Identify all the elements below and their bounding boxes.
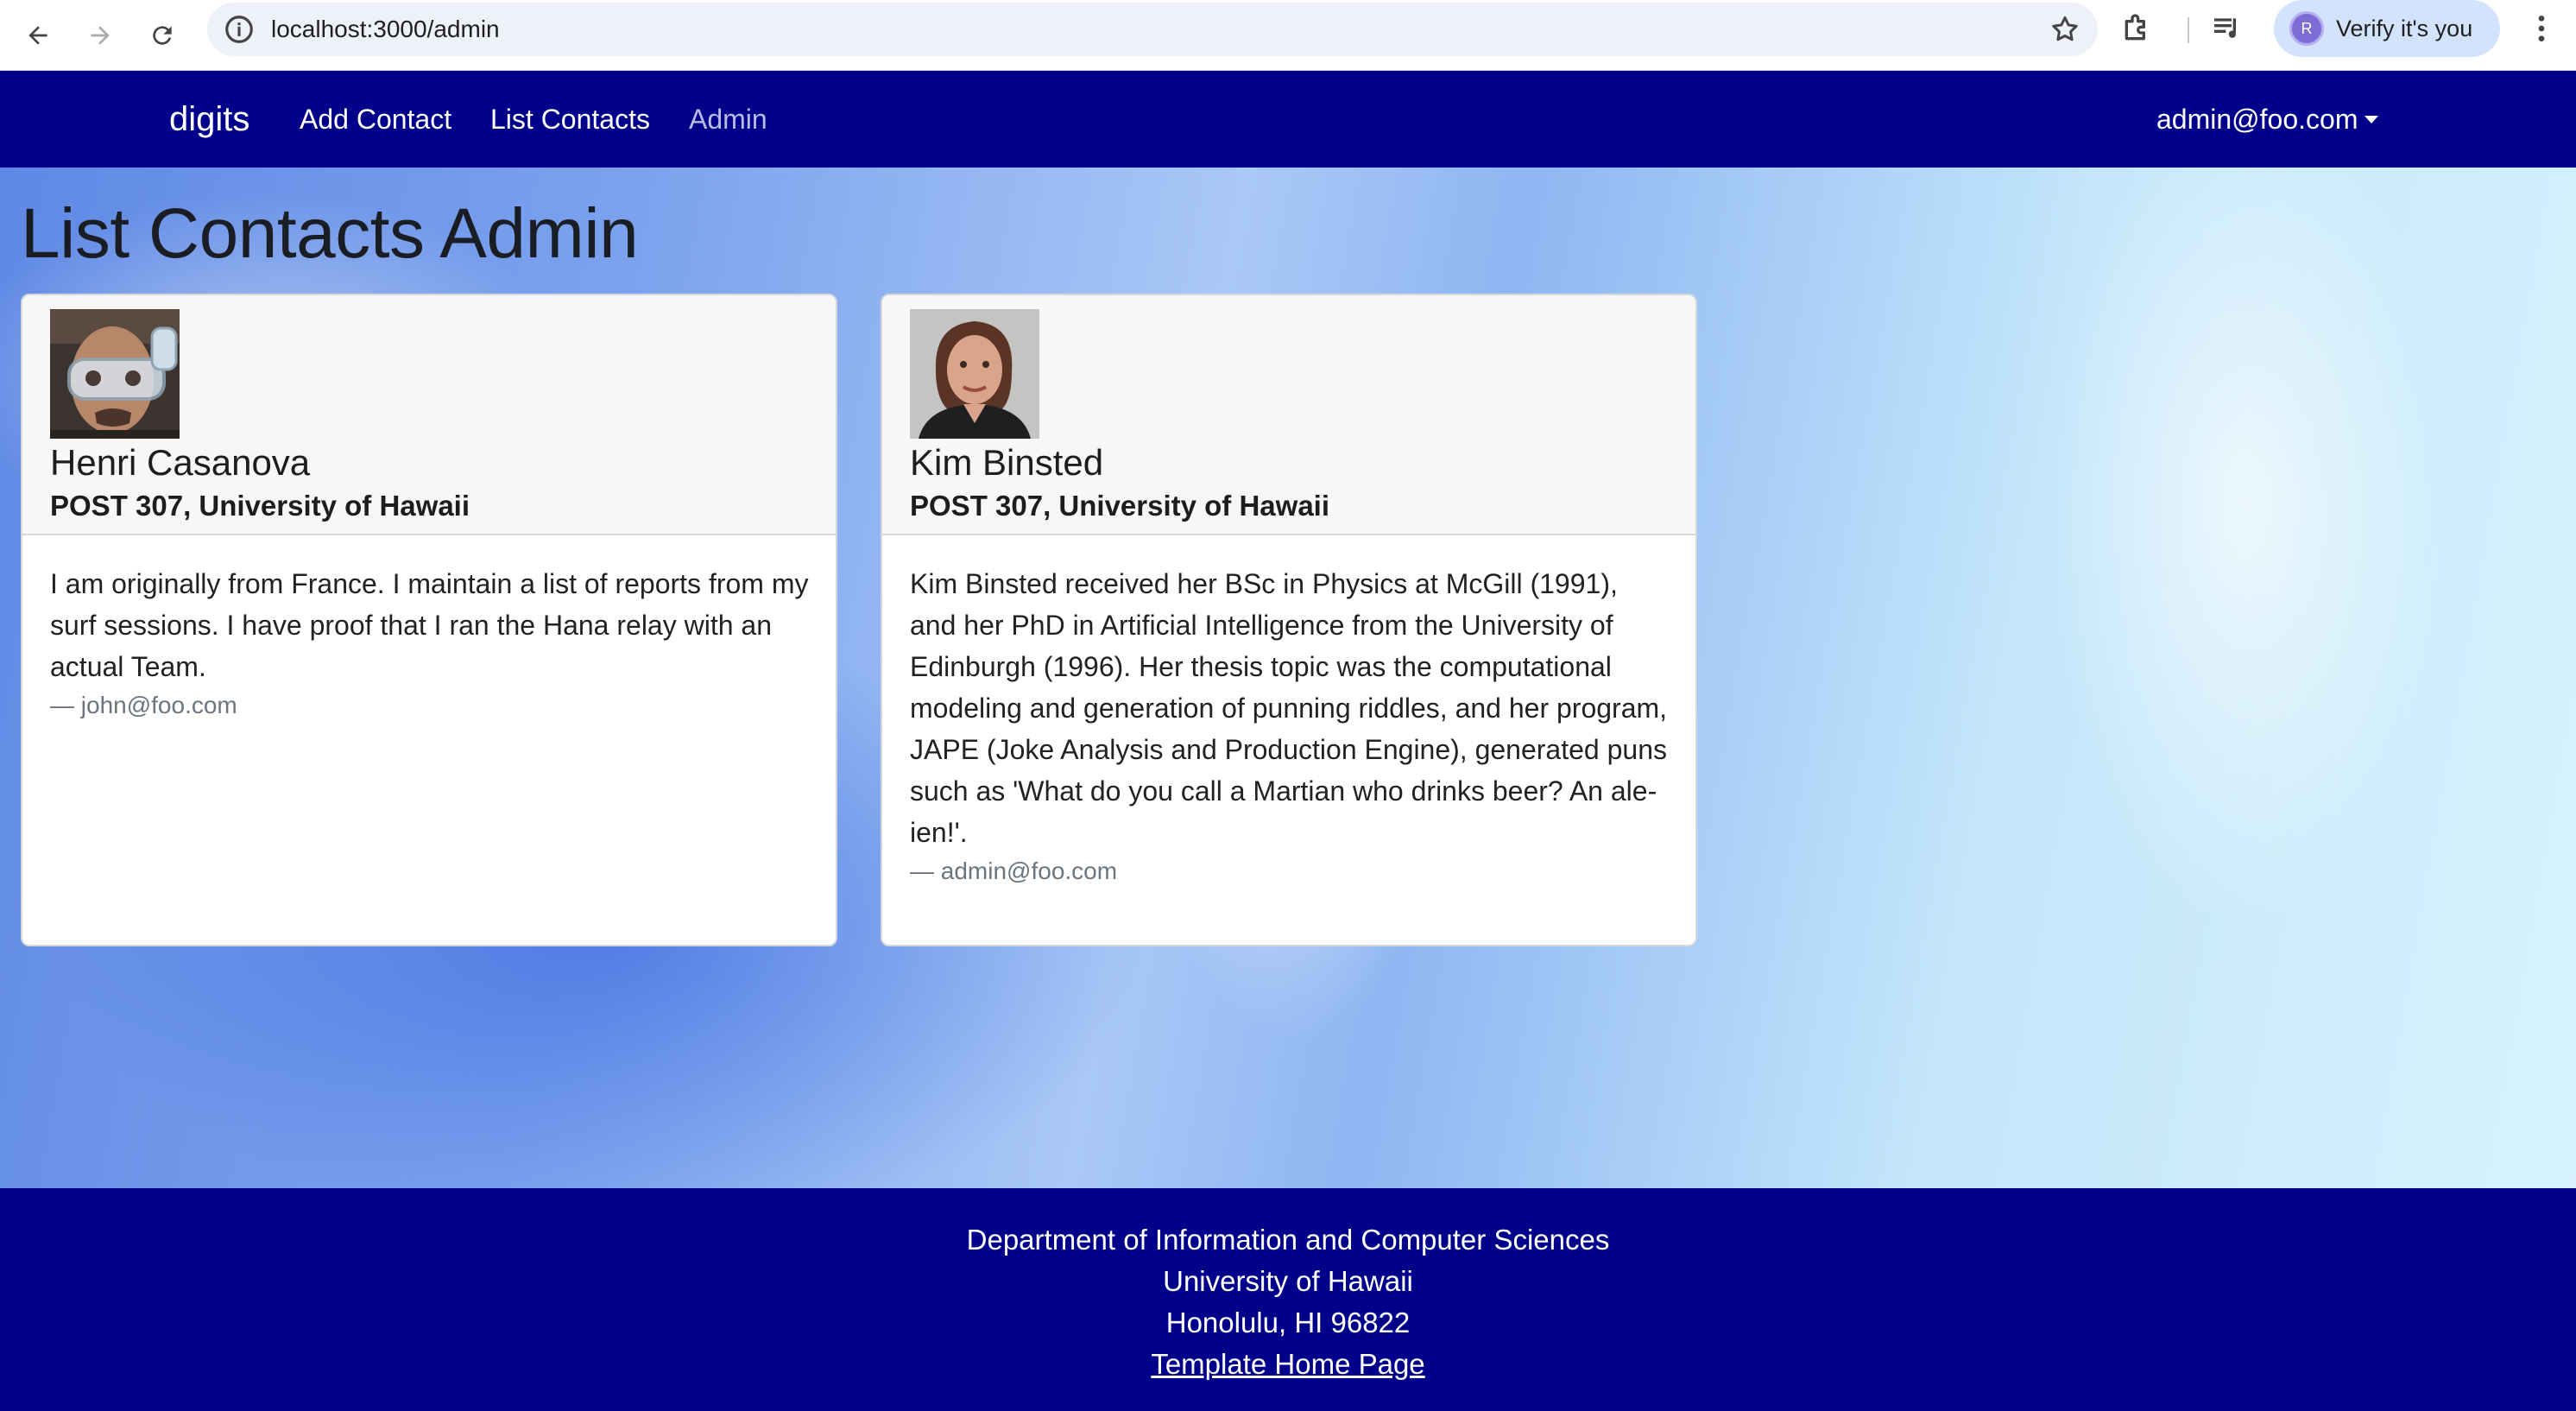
contact-address: POST 307, University of Hawaii [910, 490, 1330, 522]
template-home-link[interactable]: Template Home Page [1151, 1348, 1424, 1380]
forward-icon[interactable] [76, 11, 124, 60]
media-controls-icon[interactable] [2210, 11, 2245, 46]
contact-card: Kim Binsted POST 307, University of Hawa… [881, 294, 1697, 946]
profile-verify-button[interactable]: R Verify it's you [2274, 0, 2500, 57]
contact-description: I am originally from France. I maintain … [50, 568, 809, 682]
nav-list-contacts[interactable]: List Contacts [490, 71, 650, 168]
page-title: List Contacts Admin [21, 194, 639, 273]
user-dropdown-label: admin@foo.com [2156, 104, 2358, 135]
footer-city: Honolulu, HI 96822 [1165, 1307, 1411, 1338]
user-dropdown[interactable]: admin@foo.com [2156, 71, 2379, 168]
bookmark-star-icon[interactable] [2049, 14, 2080, 45]
reload-icon[interactable] [138, 11, 186, 60]
contact-description-block: I am originally from France. I maintain … [50, 563, 810, 724]
contact-description: Kim Binsted received her BSc in Physics … [910, 568, 1668, 848]
browser-menu-icon[interactable] [2524, 11, 2559, 46]
card-header: Henri Casanova POST 307, University of H… [22, 295, 836, 535]
profile-verify-label: Verify it's you [2336, 15, 2473, 41]
footer-department: Department of Information and Computer S… [966, 1224, 1610, 1256]
contact-card: Henri Casanova POST 307, University of H… [21, 294, 837, 946]
avatar: R [2289, 11, 2324, 46]
nav-add-contact[interactable]: Add Contact [300, 71, 451, 168]
contact-photo [910, 309, 1039, 439]
browser-toolbar: localhost:3000/admin R Verify it's you [0, 0, 2576, 71]
contact-owner: — admin@foo.com [910, 857, 1118, 884]
caret-down-icon [2364, 116, 2379, 124]
brand-link[interactable]: digits [169, 71, 249, 168]
extensions-icon[interactable] [2119, 11, 2154, 46]
app-navbar: digits Add Contact List Contacts Admin a… [0, 71, 2576, 168]
page-footer: Department of Information and Computer S… [0, 1188, 2576, 1411]
contact-address: POST 307, University of Hawaii [50, 490, 470, 522]
site-info-icon[interactable] [223, 13, 256, 46]
contact-name: Henri Casanova [50, 442, 311, 483]
footer-university: University of Hawaii [1163, 1265, 1413, 1297]
contact-photo [50, 309, 180, 439]
card-header: Kim Binsted POST 307, University of Hawa… [882, 295, 1695, 535]
toolbar-separator [2188, 17, 2189, 43]
address-bar[interactable]: localhost:3000/admin [207, 3, 2098, 56]
back-icon[interactable] [14, 11, 62, 60]
contact-owner: — john@foo.com [50, 692, 237, 718]
contact-description-block: Kim Binsted received her BSc in Physics … [910, 563, 1670, 889]
contact-name: Kim Binsted [910, 442, 1104, 483]
page-body: digits Add Contact List Contacts Admin a… [0, 71, 2576, 1411]
nav-admin[interactable]: Admin [689, 71, 767, 168]
url-text: localhost:3000/admin [271, 16, 500, 42]
